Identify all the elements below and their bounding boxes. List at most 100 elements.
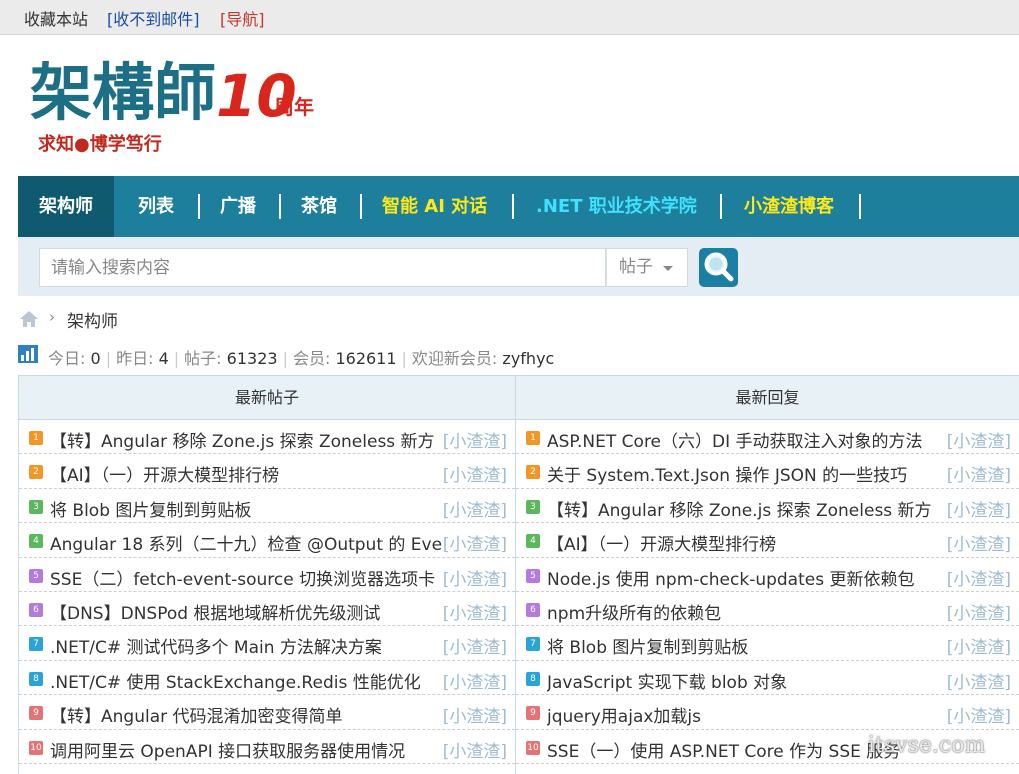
thread-title-link[interactable]: 【AI】（一）开源大模型排行榜	[547, 530, 776, 555]
breadcrumb-current[interactable]: 架构师	[67, 307, 118, 332]
nav-separator	[512, 194, 514, 219]
author-link[interactable]: [小渣渣]	[443, 702, 507, 727]
author-link[interactable]: [小渣渣]	[443, 668, 507, 693]
search-input[interactable]	[40, 249, 605, 286]
list-item: 10 调用阿里云 OpenAPI 接口获取服务器使用情况 [小渣渣]	[19, 730, 515, 764]
author-link[interactable]: [小渣渣]	[443, 737, 507, 762]
nav-separator	[279, 194, 281, 219]
rank-badge: 1	[29, 431, 43, 445]
breadcrumb-separator: ›	[49, 308, 55, 326]
rank-badge: 7	[526, 637, 540, 652]
nav-item-broadcast[interactable]: 广播	[220, 176, 256, 237]
rank-badge: 9	[526, 706, 540, 721]
list-item: 1 【转】Angular 移除 Zone.js 探索 Zoneless 新方 [小渣…	[19, 420, 515, 455]
stats-members-value: 162611	[335, 349, 397, 368]
author-link[interactable]: [小渣渣]	[947, 702, 1011, 727]
nav-item-dotnet-academy[interactable]: .NET 职业技术学院	[536, 176, 697, 237]
nav-separator	[360, 194, 362, 219]
rank-badge: 4	[526, 534, 540, 549]
author-link[interactable]: [小渣渣]	[947, 530, 1011, 555]
site-logo[interactable]: 架構師 10 周年 求知●博学笃行	[30, 52, 330, 162]
stats-newest-member[interactable]: zyfhyc	[502, 349, 554, 368]
author-link[interactable]: [小渣渣]	[947, 633, 1011, 658]
author-link[interactable]: [小渣渣]	[443, 599, 507, 624]
list-item: 8 JavaScript 实现下载 blob 对象 [小渣渣]	[516, 661, 1019, 696]
rank-badge: 5	[526, 568, 540, 583]
author-link[interactable]: [小渣渣]	[443, 530, 507, 555]
rank-badge: 2	[526, 465, 540, 480]
list-item: 2 【AI】（一）开源大模型排行榜 [小渣渣]	[19, 454, 515, 489]
thread-title-link[interactable]: .NET/C# 使用 StackExchange.Redis 性能优化	[50, 668, 421, 693]
thread-title-link[interactable]: 【DNS】DNSPod 根据地域解析优先级测试	[50, 599, 380, 624]
chevron-down-icon	[663, 266, 673, 271]
list-item: 7 .NET/C# 测试代码多个 Main 方法解决方案 [小渣渣]	[19, 626, 515, 661]
author-link[interactable]: [小渣渣]	[443, 496, 507, 521]
latest-posts-panel: 最新帖子 1 【转】Angular 移除 Zone.js 探索 Zoneless …	[18, 376, 516, 774]
author-link[interactable]: [小渣渣]	[947, 565, 1011, 590]
author-link[interactable]: [小渣渣]	[947, 496, 1011, 521]
search-scope-select[interactable]: 帖子	[606, 248, 688, 287]
rank-badge: 8	[526, 671, 540, 686]
stats-posts-label: 帖子:	[184, 349, 222, 368]
rank-badge: 8	[29, 671, 43, 686]
author-link[interactable]: [小渣渣]	[443, 633, 507, 658]
search-bar: 帖子	[18, 237, 1019, 296]
author-link[interactable]: [小渣渣]	[443, 461, 507, 486]
logo-slogan: 求知●博学笃行	[38, 133, 162, 155]
main-nav: 架构师 列表 广播 茶馆 智能 AI 对话 .NET 职业技术学院 小渣渣博客	[18, 176, 1019, 237]
rank-badge: 3	[526, 499, 540, 514]
navigation-link[interactable]: [导航]	[220, 6, 265, 30]
search-button[interactable]	[699, 248, 738, 287]
list-item: 6 npm升级所有的依赖包 [小渣渣]	[516, 592, 1019, 627]
rank-badge: 6	[526, 602, 540, 617]
logo-graphic: 架構師 10 周年 求知●博学笃行	[30, 56, 314, 155]
home-icon[interactable]	[19, 310, 39, 328]
thread-title-link[interactable]: ASP.NET Core（六）DI 手动获取注入对象的方法	[547, 427, 923, 452]
thread-title-link[interactable]: 【转】Angular 移除 Zone.js 探索 Zoneless 新方	[50, 427, 435, 452]
stats-posts-value: 61323	[226, 349, 278, 368]
rank-badge: 10	[526, 740, 540, 755]
list-item: 9 jquery用ajax加载js [小渣渣]	[516, 695, 1019, 730]
list-item: 1 ASP.NET Core（六）DI 手动获取注入对象的方法 [小渣渣]	[516, 420, 1019, 455]
stats-today-label: 今日:	[48, 349, 86, 368]
author-link[interactable]: [小渣渣]	[947, 668, 1011, 693]
thread-title-link[interactable]: 将 Blob 图片复制到剪贴板	[547, 633, 748, 658]
list-item: 3 【转】Angular 移除 Zone.js 探索 Zoneless 新方 [小渣…	[516, 489, 1019, 524]
thread-title-link[interactable]: 关于 System.Text.Json 操作 JSON 的一些技巧	[547, 461, 907, 486]
thread-title-link[interactable]: .NET/C# 测试代码多个 Main 方法解决方案	[50, 633, 382, 658]
mail-help-link[interactable]: [收不到邮件]	[107, 6, 200, 30]
bookmark-link[interactable]: 收藏本站	[24, 6, 88, 30]
latest-replies-header: 最新回复	[516, 376, 1019, 420]
list-item: 9 【转】Angular 代码混淆加密变得简单 [小渣渣]	[19, 695, 515, 730]
author-link[interactable]: [小渣渣]	[947, 461, 1011, 486]
stats-yesterday-label: 昨日:	[116, 349, 154, 368]
stats-yesterday-value: 4	[158, 349, 169, 368]
author-link[interactable]: [小渣渣]	[947, 599, 1011, 624]
thread-title-link[interactable]: jquery用ajax加载js	[547, 702, 701, 727]
thread-title-link[interactable]: JavaScript 实现下载 blob 对象	[547, 668, 787, 693]
watermark: itsvse.com	[868, 733, 986, 758]
thread-title-link[interactable]: SSE（二）fetch-event-source 切换浏览器选项卡	[50, 565, 435, 590]
thread-title-link[interactable]: 调用阿里云 OpenAPI 接口获取服务器使用情况	[50, 737, 405, 762]
author-link[interactable]: [小渣渣]	[443, 427, 507, 452]
thread-title-link[interactable]: 将 Blob 图片复制到剪贴板	[50, 496, 251, 521]
nav-item-blog[interactable]: 小渣渣博客	[744, 176, 834, 237]
nav-item-architect[interactable]: 架构师	[18, 176, 114, 237]
nav-item-ai-chat[interactable]: 智能 AI 对话	[382, 176, 487, 237]
thread-title-link[interactable]: Angular 18 系列（二十九）检查 @Output 的 Eve	[50, 530, 442, 555]
search-scope-label: 帖子	[619, 257, 653, 277]
rank-badge: 9	[29, 706, 43, 721]
thread-title-link[interactable]: npm升级所有的依赖包	[547, 599, 721, 624]
nav-item-teahouse[interactable]: 茶馆	[301, 176, 337, 237]
list-item: 4 Angular 18 系列（二十九）检查 @Output 的 Eve [小渣渣]	[19, 523, 515, 558]
thread-title-link[interactable]: Node.js 使用 npm-check-updates 更新依赖包	[547, 565, 914, 590]
nav-item-list[interactable]: 列表	[138, 176, 174, 237]
thread-title-link[interactable]: 【转】Angular 代码混淆加密变得简单	[50, 702, 343, 727]
thread-title-link[interactable]: 【AI】（一）开源大模型排行榜	[50, 461, 279, 486]
thread-title-link[interactable]: SSE（一）使用 ASP.NET Core 作为 SSE 服务	[547, 737, 900, 762]
thread-title-link[interactable]: 【转】Angular 移除 Zone.js 探索 Zoneless 新方	[547, 496, 932, 521]
author-link[interactable]: [小渣渣]	[443, 565, 507, 590]
author-link[interactable]: [小渣渣]	[947, 427, 1011, 452]
stats-line: 今日: 0 | 昨日: 4 | 帖子: 61323 | 会员: 162611 | 欢迎新会员: …	[48, 349, 555, 368]
search-field	[39, 248, 606, 287]
